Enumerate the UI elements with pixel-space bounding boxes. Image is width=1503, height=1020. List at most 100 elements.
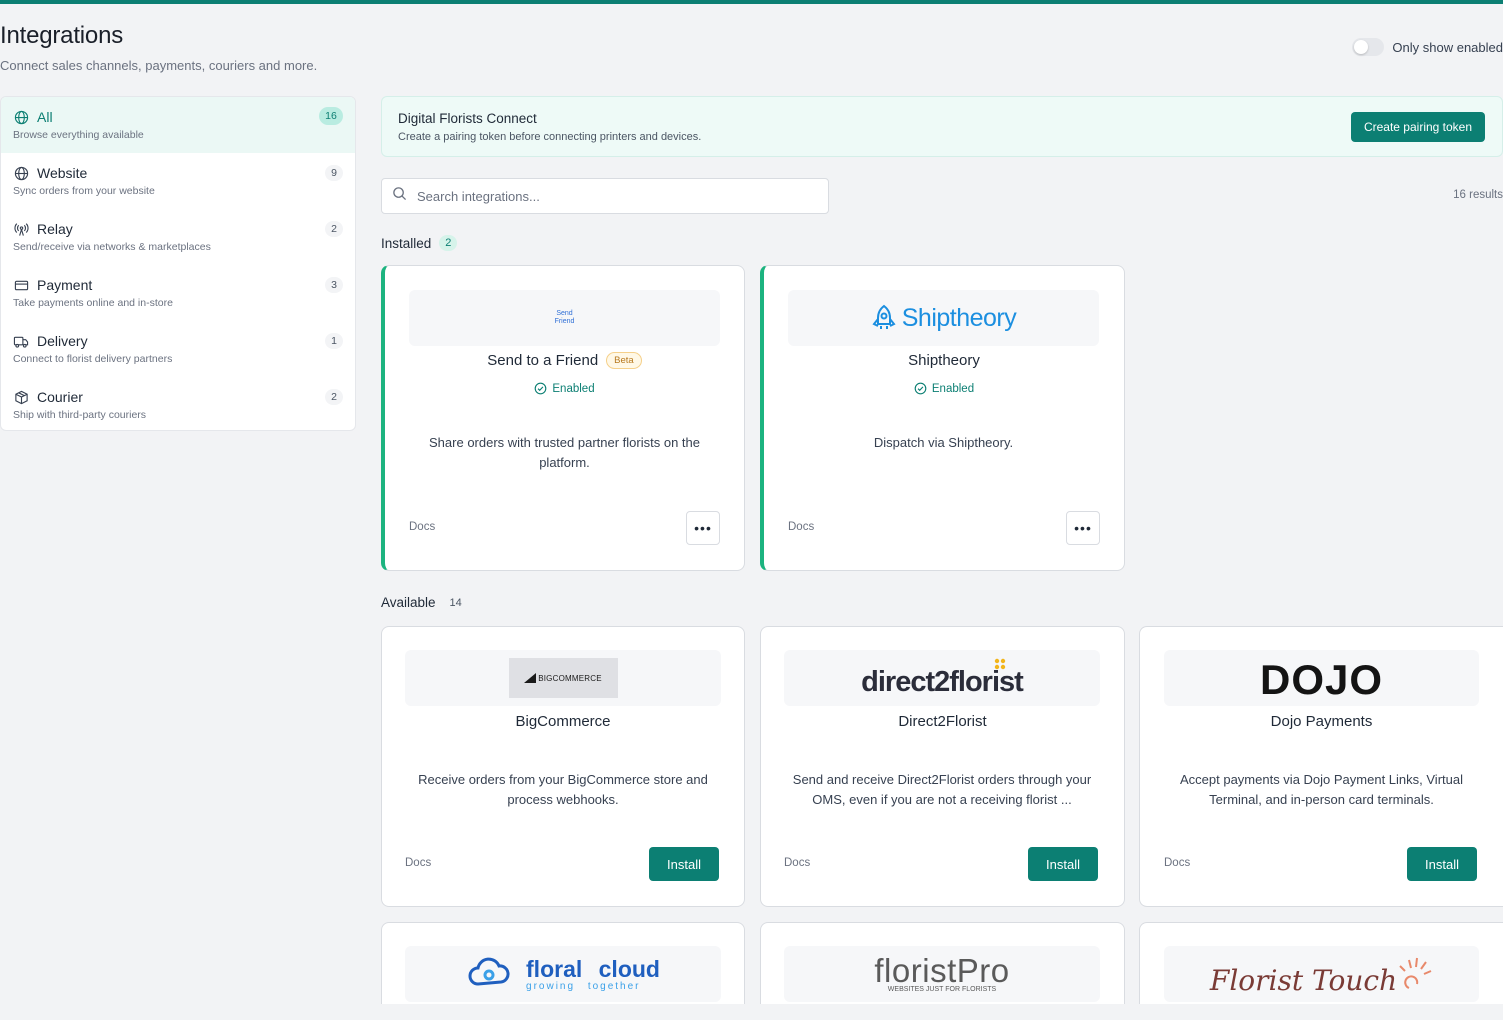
- docs-link[interactable]: Docs: [788, 521, 814, 533]
- results-count: 16 results: [1453, 189, 1503, 201]
- sidebar-item-relay[interactable]: Relay Send/receive via networks & market…: [1, 209, 355, 265]
- check-circle-icon: [914, 382, 927, 395]
- credit-card-icon: [13, 277, 29, 293]
- florist-touch-logo: Florist Touch: [1164, 946, 1479, 1002]
- top-accent-bar: [0, 0, 1503, 4]
- sidebar-item-label: All: [37, 109, 53, 125]
- section-count: 2: [439, 235, 458, 251]
- status-badge: Enabled: [385, 382, 744, 395]
- available-section-header: Available 14: [381, 595, 462, 610]
- installed-section-header: Installed 2: [381, 235, 458, 251]
- sidebar-item-count: 3: [325, 277, 343, 293]
- docs-link[interactable]: Docs: [405, 857, 431, 869]
- shiptheory-logo-text: Shiptheory: [901, 303, 1017, 332]
- sidebar-item-label: Relay: [37, 221, 73, 237]
- card-title: Shiptheory: [764, 352, 1124, 369]
- card-description: Dispatch via Shiptheory.: [873, 435, 1014, 450]
- sidebar-item-desc: Browse everything available: [13, 129, 144, 141]
- direct2florist-logo: direct2florist: [784, 650, 1100, 706]
- sidebar-item-label: Website: [37, 165, 88, 181]
- sidebar-item-count: 2: [325, 221, 343, 237]
- sidebar-item-desc: Sync orders from your website: [13, 185, 155, 197]
- check-circle-icon: [535, 382, 547, 395]
- docs-link[interactable]: Docs: [784, 857, 810, 869]
- card-description: Send and receive Direct2Florist orders t…: [792, 772, 1092, 807]
- page-bottom-fade: [0, 1004, 1503, 1020]
- install-button[interactable]: Install: [649, 847, 719, 881]
- integration-card-shiptheory: Shiptheory Shiptheory Enabled Dispatch v…: [760, 265, 1125, 571]
- banner-desc: Create a pairing token before connecting…: [398, 131, 702, 143]
- docs-link[interactable]: Docs: [1164, 857, 1190, 869]
- only-enabled-toggle-group[interactable]: Only show enabled: [1352, 38, 1503, 56]
- sidebar-item-label: Courier: [37, 389, 83, 405]
- dojo-logo-text: DOJO: [1259, 656, 1384, 703]
- integration-card-send-to-a-friend: Send Friend Send to a Friend Beta Enable…: [381, 265, 745, 571]
- status-text: Enabled: [552, 382, 595, 395]
- floral-cloud-logo: floral cloud growing together: [405, 946, 721, 1002]
- card-title: Direct2Florist: [761, 713, 1124, 730]
- install-button[interactable]: Install: [1028, 847, 1098, 881]
- shiptheory-rocket-icon: [872, 304, 896, 329]
- florist-touch-swirl-icon: [1399, 957, 1432, 989]
- toggle-knob: [1354, 40, 1369, 54]
- page-title: Integrations: [0, 22, 124, 49]
- sidebar-item-label: Delivery: [37, 333, 88, 349]
- card-description: Accept payments via Dojo Payment Links, …: [1179, 772, 1463, 807]
- globe-icon: [13, 165, 29, 181]
- card-title-text: Shiptheory: [908, 352, 980, 369]
- card-title-text: Send to a Friend: [487, 352, 599, 369]
- category-sidebar: All Browse everything available 16 Websi…: [0, 96, 356, 431]
- card-title: Send to a Friend Beta: [385, 352, 744, 369]
- search-input[interactable]: [417, 188, 797, 204]
- antenna-icon: [13, 221, 29, 237]
- floral-cloud-wordmark: floral cloud growing together: [526, 956, 660, 992]
- floristpro-tagline: WEBSITES JUST FOR FLORISTS: [887, 985, 997, 993]
- only-enabled-toggle[interactable]: [1352, 38, 1385, 56]
- sidebar-item-website[interactable]: Website Sync orders from your website 9: [1, 153, 355, 209]
- dojo-logo: DOJO: [1164, 650, 1479, 706]
- floristpro-wordmark: floristPro WEBSITES JUST FOR FLORISTS: [874, 954, 1009, 993]
- flower-dots-icon: [994, 658, 1006, 670]
- toggle-label: Only show enabled: [1392, 39, 1503, 55]
- sidebar-item-courier[interactable]: Courier Ship with third-party couriers 2: [1, 377, 355, 430]
- status-badge: Enabled: [764, 382, 1124, 395]
- sidebar-item-desc: Take payments online and in-store: [13, 297, 173, 309]
- install-button[interactable]: Install: [1407, 847, 1477, 881]
- section-title: Installed: [381, 235, 432, 251]
- bigcommerce-logo-plate: BIGCOMMERCE: [508, 658, 618, 698]
- package-icon: [13, 389, 29, 405]
- create-pairing-token-button[interactable]: Create pairing token: [1351, 112, 1485, 142]
- card-title: BigCommerce: [382, 713, 744, 730]
- status-text: Enabled: [931, 382, 975, 395]
- sidebar-item-count: 9: [325, 165, 343, 181]
- banner-title: Digital Florists Connect: [398, 111, 537, 126]
- sidebar-item-desc: Ship with third-party couriers: [13, 409, 147, 421]
- globe-icon: [13, 109, 29, 125]
- card-title-text: Dojo Payments: [1270, 713, 1373, 730]
- sidebar-item-payment[interactable]: Payment Take payments online and in-stor…: [1, 265, 355, 321]
- more-options-button[interactable]: •••: [1066, 511, 1100, 545]
- sidebar-item-all[interactable]: All Browse everything available 16: [1, 97, 355, 153]
- floral-cloud-tagline: growing together: [526, 981, 641, 992]
- search-icon: [392, 186, 407, 206]
- more-options-button[interactable]: •••: [686, 511, 720, 545]
- sidebar-item-count: 16: [319, 107, 343, 125]
- sidebar-item-label: Payment: [37, 277, 93, 293]
- truck-icon: [13, 333, 29, 349]
- integration-card-dojo-payments: DOJO Dojo Payments Accept payments via D…: [1139, 626, 1503, 907]
- ellipsis-icon: •••: [694, 520, 712, 536]
- card-title-text: Direct2Florist: [898, 713, 987, 730]
- floral-cloud-logo-text: floral cloud: [526, 956, 660, 982]
- sidebar-item-desc: Send/receive via networks & marketplaces: [13, 241, 211, 253]
- docs-link[interactable]: Docs: [409, 521, 435, 533]
- pairing-banner: Digital Florists Connect Create a pairin…: [381, 96, 1503, 157]
- bigcommerce-logo: BIGCOMMERCE: [405, 650, 721, 706]
- sidebar-item-count: 1: [325, 333, 343, 349]
- florist-touch-logo-text: Florist Touch: [1209, 963, 1398, 997]
- search-box: [381, 178, 829, 214]
- floristpro-logo: floristPro WEBSITES JUST FOR FLORISTS: [784, 946, 1100, 1002]
- card-title: Dojo Payments: [1140, 713, 1503, 730]
- sidebar-item-delivery[interactable]: Delivery Connect to florist delivery par…: [1, 321, 355, 377]
- integration-card-bigcommerce: BIGCOMMERCE BigCommerce Receive orders f…: [381, 626, 745, 907]
- bigcommerce-logo-text: BIGCOMMERCE: [538, 673, 602, 683]
